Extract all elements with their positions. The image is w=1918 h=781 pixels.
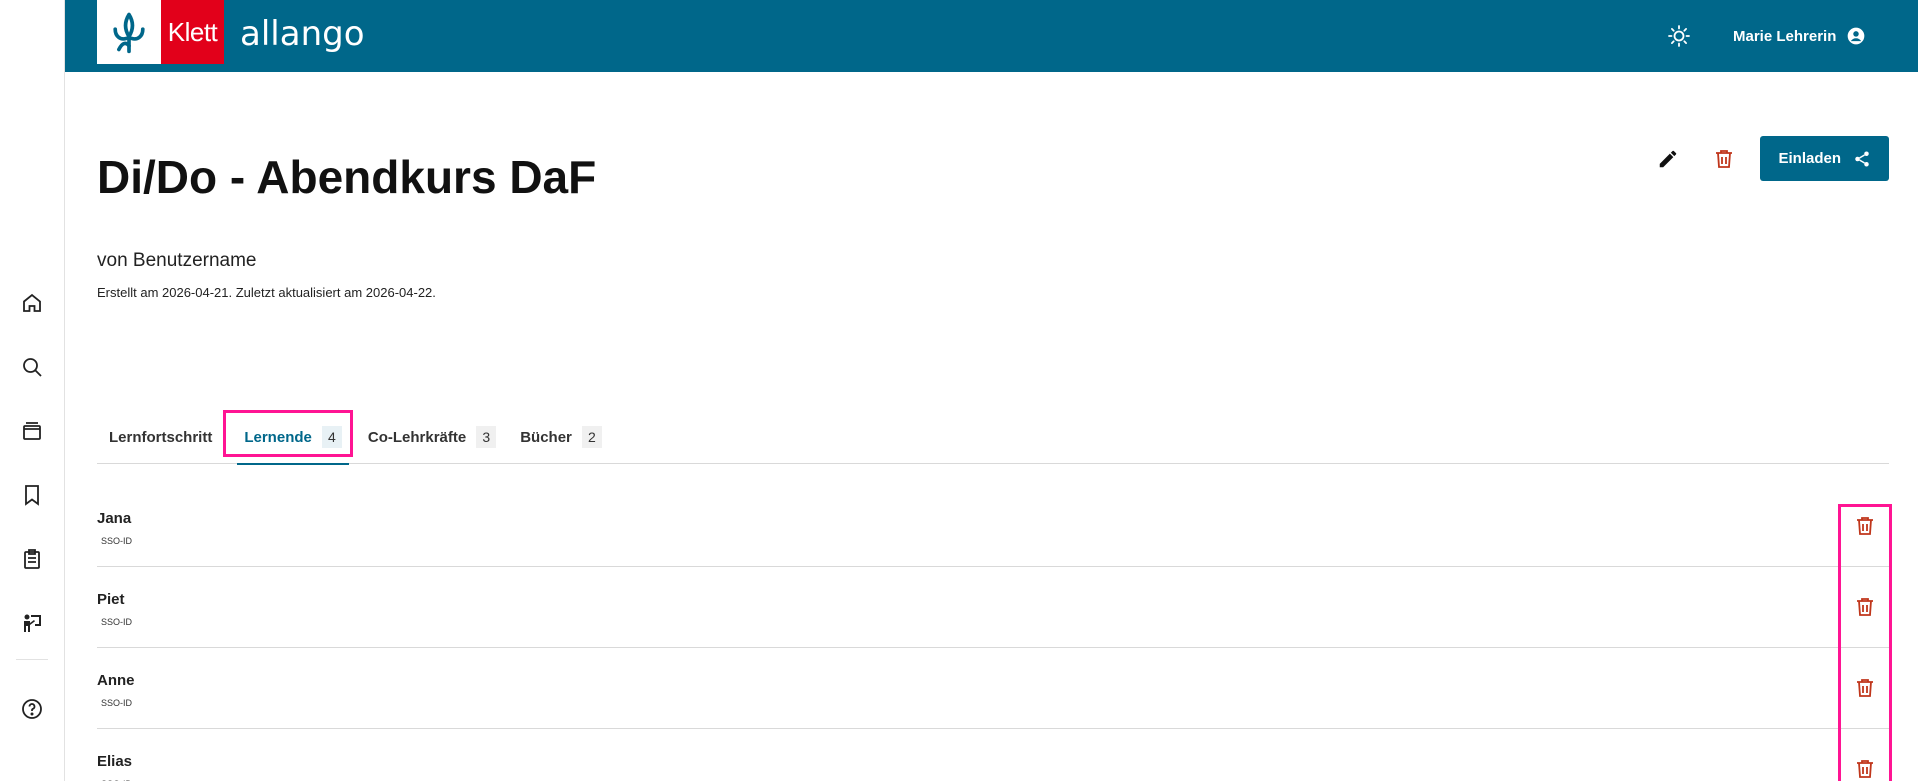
sidebar-item-bookmarks[interactable] [12,475,52,515]
tab-count-badge: 3 [476,426,497,448]
delete-course-button[interactable] [1704,139,1744,179]
trash-icon [1857,760,1873,778]
remove-learner-button[interactable] [1845,506,1885,546]
learner-row: Elias SSO-ID [97,729,1889,781]
user-menu[interactable]: Marie Lehrerin [1733,20,1866,52]
teacher-board-icon [24,614,41,632]
invite-button[interactable]: Einladen [1760,136,1889,181]
learner-id: SSO-ID [101,536,133,546]
home-icon [23,293,41,312]
sidebar-item-classes[interactable] [12,603,52,643]
learner-name: Elias [97,753,133,770]
course-tabs: Lernfortschritt Lernende 4 Co-Lehrkräfte… [97,410,1889,465]
tab-count-badge: 4 [321,426,342,448]
learner-row: Anne SSO-ID [97,648,1889,729]
learner-name: Piet [97,591,125,608]
klett-leaf-logo-icon [113,12,145,54]
learner-name: Jana [97,510,132,527]
sun-icon [1668,25,1690,47]
share-icon [1855,151,1869,166]
sidebar-item-help[interactable] [12,689,52,729]
tab-co-lehrkraefte[interactable]: Co-Lehrkräfte 3 [356,410,508,464]
learner-name: Anne [97,672,135,689]
course-meta-dates: Erstellt am 2026-04-21. Zuletzt aktualis… [97,285,436,300]
sidebar-item-tasks[interactable] [12,539,52,579]
remove-learner-button[interactable] [1845,587,1885,627]
trash-icon [1716,149,1733,168]
help-icon [22,699,42,719]
trash-icon [1857,517,1873,535]
sidebar-divider [16,659,48,660]
tab-label: Co-Lehrkräfte [367,428,467,446]
tab-lernfortschritt[interactable]: Lernfortschritt [97,410,224,464]
tab-label: Bücher [520,428,572,446]
trash-icon [1857,598,1873,616]
library-icon [23,422,41,440]
course-owner: von Benutzername [97,250,257,271]
tab-label: Lernende [244,428,312,446]
page-title: Di/Do - Abendkurs DaF [97,151,597,203]
course-actions: Einladen [1648,136,1889,181]
tab-buecher[interactable]: Bücher 2 [508,410,614,464]
tab-lernende[interactable]: Lernende 4 [232,410,354,465]
tab-count-badge: 2 [581,426,602,448]
learner-list: Jana SSO-ID Piet SSO-ID Anne SSO-ID Elia… [97,486,1892,781]
learner-row: Jana SSO-ID [97,486,1889,567]
klett-logo-wordmark: Klett [161,0,224,64]
search-icon [23,358,42,377]
account-circle-icon [1848,27,1865,45]
pencil-icon [1660,150,1677,167]
invite-button-label: Einladen [1778,150,1841,167]
user-name: Marie Lehrerin [1733,27,1837,45]
klett-logo-mark [97,0,161,64]
learner-id: SSO-ID [101,617,133,627]
bookmark-icon [25,485,39,506]
sidebar-item-library[interactable] [12,411,52,451]
sidebar-nav [0,0,65,781]
trash-icon [1857,679,1873,697]
clipboard-icon [24,549,40,569]
remove-learner-button[interactable] [1845,749,1885,781]
theme-toggle-button[interactable] [1663,20,1695,52]
sidebar-item-search[interactable] [12,347,52,387]
remove-learner-button[interactable] [1845,668,1885,708]
app-name: allango [240,14,365,54]
tab-label: Lernfortschritt [109,428,213,446]
learner-row: Piet SSO-ID [97,567,1889,648]
sidebar-item-home[interactable] [12,283,52,323]
top-header: Klett allango Marie Lehrerin [65,0,1918,72]
edit-course-button[interactable] [1648,139,1688,179]
learner-id: SSO-ID [101,698,133,708]
